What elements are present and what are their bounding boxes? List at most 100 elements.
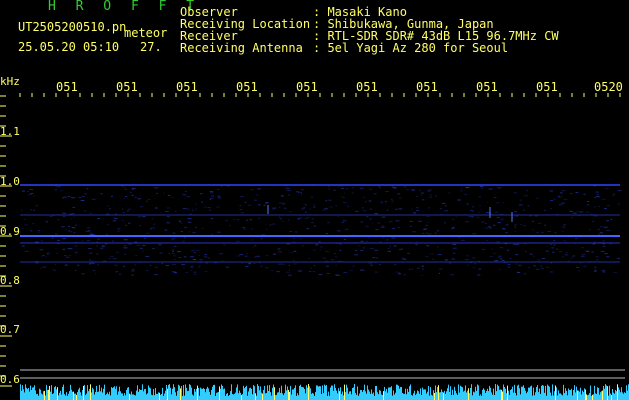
- noise-floor-bar: [246, 385, 247, 400]
- noise-floor-bar: [361, 390, 362, 400]
- signal-speck: [173, 245, 177, 247]
- noise-floor-bar: [585, 389, 586, 400]
- signal-speck: [250, 189, 254, 191]
- signal-speck: [54, 233, 59, 235]
- noise-floor-bar: [196, 388, 197, 400]
- signal-speck: [99, 193, 103, 194]
- signal-speck: [196, 250, 200, 252]
- signal-speck: [437, 230, 439, 232]
- noise-floor-bar: [138, 391, 139, 400]
- noise-floor-bar: [66, 392, 67, 400]
- noise-floor-bar: [549, 386, 550, 400]
- signal-speck: [149, 264, 152, 266]
- signal-speck: [515, 215, 519, 217]
- signal-speck: [442, 202, 446, 204]
- noise-floor-bar: [605, 384, 606, 400]
- signal-speck: [478, 196, 482, 198]
- signal-speck: [596, 194, 599, 195]
- noise-floor-bar: [542, 385, 543, 400]
- signal-speck: [338, 186, 340, 188]
- noise-floor-bar: [275, 395, 276, 400]
- signal-speck: [49, 215, 53, 217]
- signal-speck: [244, 201, 247, 203]
- noise-floor-bar: [505, 388, 506, 400]
- signal-speck: [228, 225, 231, 227]
- signal-speck: [45, 221, 48, 223]
- signal-speck: [199, 259, 203, 261]
- signal-speck: [381, 216, 386, 218]
- signal-speck: [172, 232, 176, 234]
- signal-speck: [477, 274, 481, 276]
- noise-floor-bar: [384, 386, 385, 400]
- signal-speck: [550, 207, 552, 209]
- noise-floor-bar: [244, 388, 245, 400]
- signal-speck: [604, 253, 608, 255]
- noise-floor-bar: [240, 392, 241, 400]
- noise-floor-bar: [325, 385, 326, 400]
- signal-speck: [355, 210, 359, 212]
- signal-speck: [109, 208, 111, 210]
- signal-speck: [102, 245, 104, 247]
- noise-floor-bar: [149, 387, 150, 400]
- noise-floor-bar: [218, 391, 219, 400]
- noise-floor-bar: [454, 386, 455, 400]
- signal-speck: [507, 264, 511, 265]
- signal-speck: [164, 229, 168, 231]
- noise-floor-bar: [144, 389, 145, 400]
- signal-speck: [415, 209, 420, 211]
- noise-floor-bar: [359, 393, 360, 400]
- noise-floor-bar: [432, 395, 433, 400]
- noise-floor-bar: [341, 393, 342, 400]
- noise-floor-bar: [29, 391, 30, 400]
- signal-speck: [561, 256, 564, 258]
- signal-speck: [205, 262, 208, 264]
- noise-floor-bar: [145, 388, 146, 400]
- signal-speck: [520, 224, 522, 225]
- signal-speck: [334, 256, 338, 258]
- signal-speck: [241, 262, 243, 264]
- signal-speck: [486, 240, 489, 241]
- noise-floor-bar: [510, 390, 511, 400]
- signal-speck: [385, 191, 389, 192]
- signal-speck: [489, 227, 492, 229]
- signal-speck: [403, 186, 407, 188]
- noise-floor-bar: [69, 391, 70, 400]
- noise-floor-bar: [581, 394, 582, 400]
- signal-speck: [535, 268, 540, 270]
- signal-speck: [313, 204, 316, 206]
- noise-floor-bar: [617, 384, 618, 400]
- signal-speck: [591, 220, 595, 222]
- signal-speck: [239, 254, 244, 256]
- noise-floor-bar: [41, 393, 42, 400]
- signal-speck: [393, 245, 397, 247]
- noise-floor-bar: [621, 387, 622, 400]
- signal-speck: [146, 232, 150, 234]
- signal-speck: [288, 269, 290, 271]
- noise-floor-bar: [480, 394, 481, 400]
- noise-floor-bar: [554, 391, 555, 400]
- signal-speck: [561, 226, 564, 228]
- noise-floor-bar: [307, 387, 308, 400]
- signal-speck: [183, 256, 187, 258]
- noise-floor-bar: [379, 390, 380, 400]
- noise-floor-bar: [622, 392, 623, 400]
- noise-floor-bar: [583, 392, 584, 400]
- signal-speck: [203, 256, 208, 258]
- noise-floor-bar: [300, 384, 301, 400]
- y-tick-label: 1.0: [0, 175, 20, 188]
- noise-floor-bar: [330, 387, 331, 400]
- signal-speck: [479, 205, 481, 207]
- noise-floor-bar: [105, 395, 106, 400]
- signal-speck: [479, 186, 484, 188]
- signal-speck: [585, 211, 590, 213]
- noise-floor-bar: [465, 385, 466, 400]
- signal-speck: [86, 188, 89, 190]
- noise-floor-bar: [578, 390, 579, 400]
- signal-speck: [244, 255, 248, 257]
- noise-floor-bar: [445, 393, 446, 400]
- noise-floor-bar: [423, 389, 424, 400]
- signal-speck: [190, 270, 193, 272]
- signal-speck: [343, 272, 348, 273]
- noise-floor-bar: [406, 394, 407, 400]
- signal-speck: [179, 222, 183, 224]
